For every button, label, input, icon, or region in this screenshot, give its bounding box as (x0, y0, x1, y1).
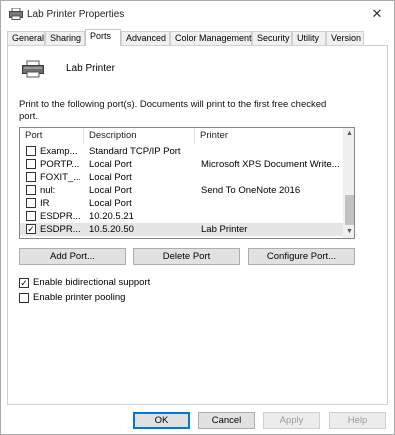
port-checkbox[interactable] (26, 198, 36, 208)
port-row[interactable]: IR Local Port (20, 197, 344, 210)
port-printer (201, 210, 344, 223)
close-button[interactable]: ✕ (366, 5, 388, 23)
port-printer (201, 171, 344, 184)
apply-button[interactable]: Apply (263, 412, 320, 429)
tab-color-management[interactable]: Color Management (170, 31, 252, 45)
port-checkbox[interactable] (26, 211, 36, 221)
port-name: ESDPR... (40, 224, 80, 235)
column-header-description[interactable]: Description (84, 128, 195, 144)
port-printer: Microsoft XPS Document Write... (201, 159, 340, 170)
window-title: Lab Printer Properties (27, 9, 125, 20)
printer-properties-dialog: Lab Printer Properties ✕ General Sharing… (0, 0, 395, 435)
port-checkbox[interactable] (26, 146, 36, 156)
port-description: Standard TCP/IP Port (89, 146, 181, 157)
delete-port-button[interactable]: Delete Port (133, 248, 240, 265)
port-checkbox[interactable] (26, 185, 36, 195)
ports-instructions: Print to the following port(s). Document… (19, 99, 327, 122)
printer-pooling-label: Enable printer pooling (33, 292, 126, 303)
scroll-thumb[interactable] (345, 195, 354, 225)
ports-list-header: Port Description Printer (20, 128, 344, 144)
checkmark-icon: ✓ (27, 224, 35, 234)
tab-bar: General Sharing Ports Advanced Color Man… (7, 29, 388, 46)
port-row[interactable]: PORTP... Local Port Microsoft XPS Docume… (20, 158, 344, 171)
column-header-port[interactable]: Port (20, 128, 84, 144)
cancel-button[interactable]: Cancel (198, 412, 255, 429)
tab-general[interactable]: General (7, 31, 45, 45)
scroll-up-icon[interactable]: ▲ (344, 128, 354, 140)
title-bar: Lab Printer Properties ✕ (1, 1, 394, 27)
port-row-selected[interactable]: ✓ ESDPR... 10.5.20.50 Lab Printer (20, 223, 344, 236)
printer-name: Lab Printer (66, 63, 115, 74)
port-description: Local Port (89, 198, 132, 209)
close-icon: ✕ (371, 6, 383, 21)
port-row[interactable]: Examp... Standard TCP/IP Port (20, 145, 344, 158)
port-row[interactable]: nul: Local Port Send To OneNote 2016 (20, 184, 344, 197)
tab-utility[interactable]: Utility (292, 31, 326, 45)
port-name: Examp... (40, 146, 78, 157)
port-row[interactable]: FOXIT_... Local Port (20, 171, 344, 184)
port-description: Local Port (89, 159, 132, 170)
port-checkbox[interactable] (26, 172, 36, 182)
bidirectional-support-checkbox[interactable]: ✓ (19, 278, 29, 288)
add-port-button[interactable]: Add Port... (19, 248, 126, 265)
tab-advanced[interactable]: Advanced (121, 31, 170, 45)
port-name: nul: (40, 185, 56, 196)
printer-large-icon (22, 60, 44, 78)
scroll-down-icon[interactable]: ▼ (344, 226, 354, 238)
bidirectional-support-label: Enable bidirectional support (33, 277, 151, 288)
column-header-printer[interactable]: Printer (195, 128, 344, 144)
tab-sharing[interactable]: Sharing (45, 31, 85, 45)
port-printer: Lab Printer (201, 224, 248, 235)
configure-port-button[interactable]: Configure Port... (248, 248, 355, 265)
port-name: PORTP... (40, 159, 80, 170)
tab-security[interactable]: Security (252, 31, 292, 45)
help-button[interactable]: Help (329, 412, 386, 429)
port-description: 10.20.5.21 (89, 211, 134, 222)
port-name: ESDPR... (40, 211, 80, 222)
tab-version[interactable]: Version (326, 31, 364, 45)
ports-list[interactable]: Port Description Printer Examp... Standa… (19, 127, 355, 239)
port-description: Local Port (89, 172, 132, 183)
port-row[interactable]: ESDPR... 10.20.5.21 (20, 210, 344, 223)
port-checkbox-checked[interactable]: ✓ (26, 224, 36, 234)
ports-panel: Lab Printer Print to the following port(… (7, 45, 388, 405)
port-description: 10.5.20.50 (89, 224, 134, 235)
printer-pooling-checkbox[interactable] (19, 293, 29, 303)
ports-list-scrollbar[interactable]: ▲ ▼ (343, 128, 354, 238)
port-description: Local Port (89, 185, 132, 196)
port-name: FOXIT_... (40, 172, 80, 183)
checkmark-icon: ✓ (20, 278, 28, 288)
ok-button[interactable]: OK (133, 412, 190, 429)
tab-ports[interactable]: Ports (85, 29, 121, 46)
printer-icon (9, 8, 23, 20)
port-printer (201, 145, 344, 158)
port-printer: Send To OneNote 2016 (201, 185, 301, 196)
port-name: IR (40, 198, 50, 209)
port-checkbox[interactable] (26, 159, 36, 169)
port-printer (201, 197, 344, 210)
